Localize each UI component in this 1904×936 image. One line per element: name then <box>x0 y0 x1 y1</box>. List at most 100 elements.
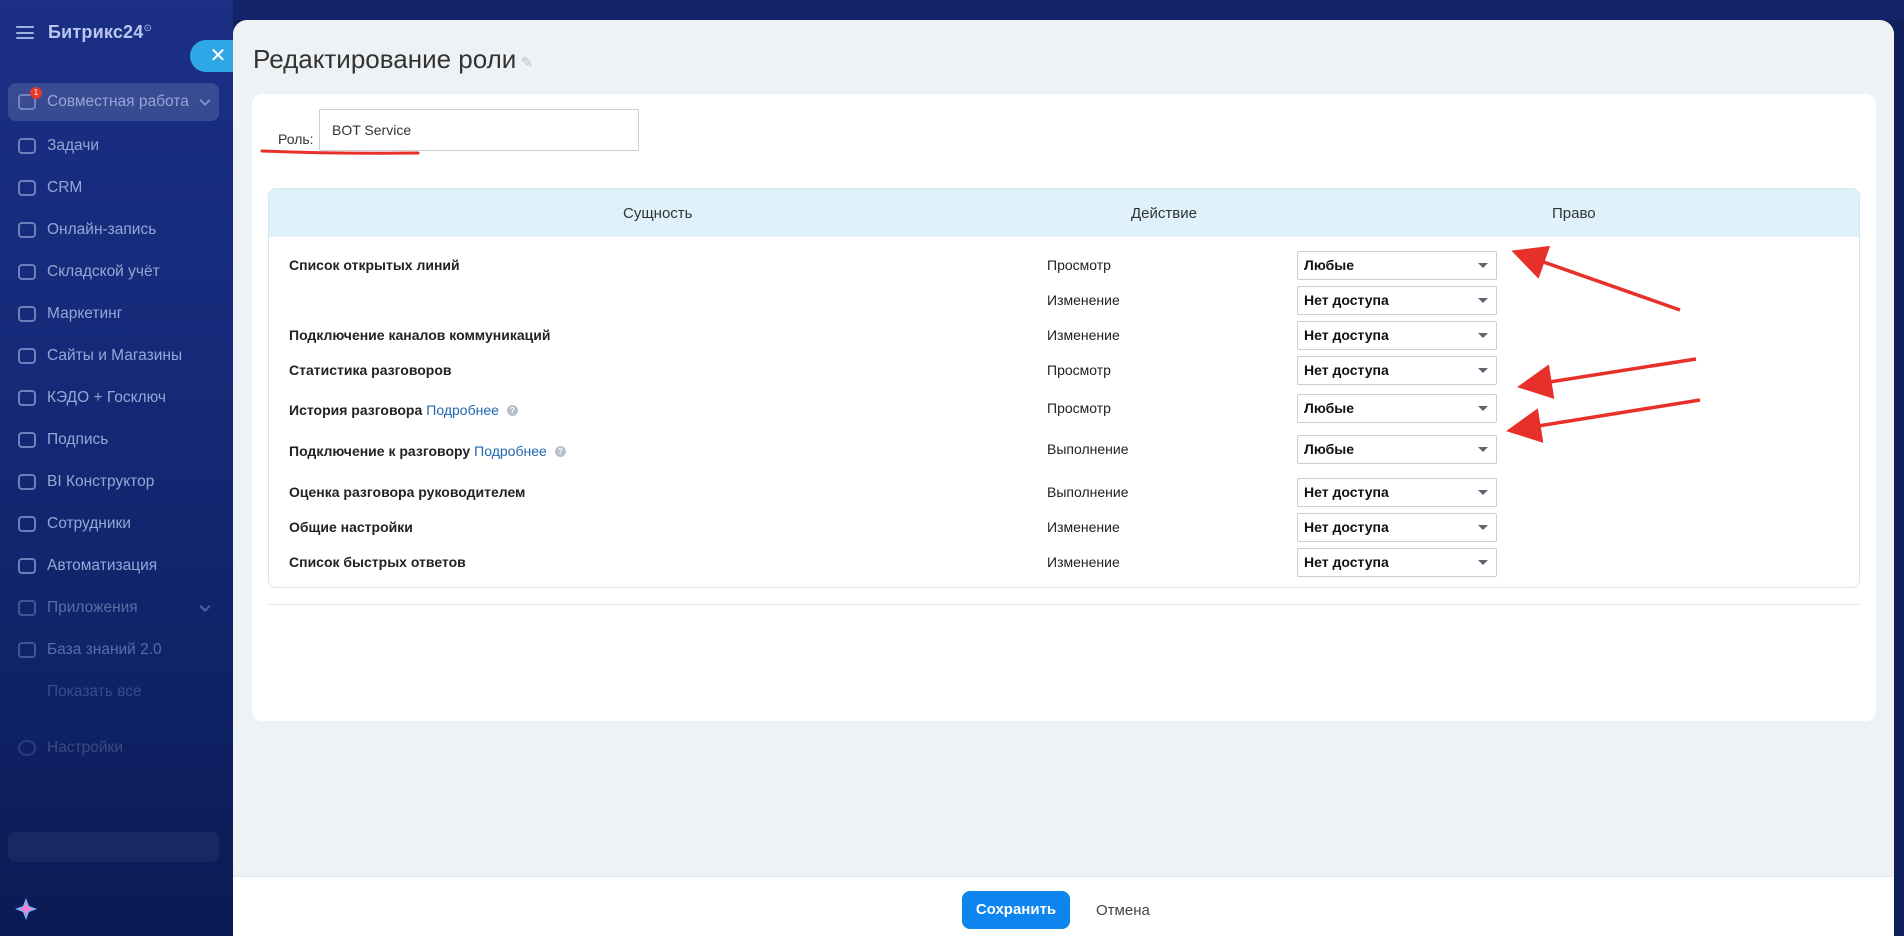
sidebar-item-label: Задачи <box>47 137 100 154</box>
right-select-value: Любые <box>1304 257 1354 273</box>
right-select-value: Нет доступа <box>1304 292 1389 308</box>
action-label: Выполнение <box>1047 441 1129 457</box>
table-header: Сущность Действие Право <box>269 189 1859 237</box>
notification-badge: 1 <box>30 87 42 99</box>
chevron-down-icon[interactable] <box>199 94 211 107</box>
save-button[interactable]: Сохранить <box>962 891 1070 929</box>
apps-icon <box>18 600 36 616</box>
sidebar-item-warehouse[interactable]: Складской учёт <box>8 251 219 293</box>
action-label: Изменение <box>1047 327 1120 343</box>
sidebar-bottom-bar[interactable] <box>8 832 219 862</box>
tasks-icon <box>18 138 36 154</box>
column-right: Право <box>1552 205 1596 222</box>
sidebar-item-label: Подпись <box>47 431 109 448</box>
role-card: Роль: Сущность Действие Право Список отк… <box>252 94 1876 721</box>
sidebar-item-edo[interactable]: КЭДО + Госключ <box>8 377 219 419</box>
sidebar-item-employees[interactable]: Сотрудники <box>8 503 219 545</box>
more-link[interactable]: Подробнее <box>426 402 499 418</box>
sidebar-item-shop[interactable]: Сайты и Магазины <box>8 335 219 377</box>
sidebar-item-crm[interactable]: CRM <box>8 167 219 209</box>
action-label: Просмотр <box>1047 400 1111 416</box>
sidebar-item-label: База знаний 2.0 <box>47 641 162 658</box>
signature-icon <box>18 432 36 448</box>
sidebar-menu: 1 Совместная работа Задачи CRM Онлайн-за… <box>8 83 219 769</box>
entity-label: Статистика разговоров <box>289 362 452 378</box>
right-select[interactable]: Нет доступа <box>1297 548 1497 577</box>
right-select[interactable]: Нет доступа <box>1297 356 1497 385</box>
entity-label: Подключение к разговору Подробнее? <box>289 443 566 459</box>
right-select[interactable]: Нет доступа <box>1297 286 1497 315</box>
action-label: Изменение <box>1047 292 1120 308</box>
warehouse-icon <box>18 264 36 280</box>
sidebar-item-bi[interactable]: BI Конструктор <box>8 461 219 503</box>
logo[interactable]: Битрикс24⊙ <box>48 22 152 43</box>
entity-label: Общие настройки <box>289 519 413 535</box>
copilot-icon[interactable] <box>13 896 39 922</box>
sidebar-item-label: Автоматизация <box>47 557 158 574</box>
divider <box>268 604 1860 605</box>
sidebar-item-apps[interactable]: Приложения <box>8 587 219 629</box>
right-select[interactable]: Любые <box>1297 394 1497 423</box>
right-select[interactable]: Нет доступа <box>1297 478 1497 507</box>
sidebar-item-label: Складской учёт <box>47 263 160 280</box>
entity-label: Оценка разговора руководителем <box>289 484 526 500</box>
close-slider-button[interactable]: ✕ <box>190 40 234 72</box>
automation-icon <box>18 558 36 574</box>
sidebar-item-automation[interactable]: Автоматизация <box>8 545 219 587</box>
sidebar-item-label: Приложения <box>47 599 138 616</box>
right-select[interactable]: Любые <box>1297 435 1497 464</box>
right-edge <box>1894 20 1904 936</box>
chevron-down-icon <box>18 684 36 700</box>
right-select[interactable]: Нет доступа <box>1297 321 1497 350</box>
settings-icon <box>18 740 36 756</box>
column-action: Действие <box>1131 205 1197 222</box>
sidebar-item-show-all[interactable]: Показать все <box>8 671 219 713</box>
action-label: Выполнение <box>1047 484 1129 500</box>
footer-bar: Сохранить Отмена <box>233 876 1894 936</box>
entity-text: История разговора <box>289 402 423 418</box>
edo-icon <box>18 390 36 406</box>
help-icon[interactable]: ? <box>554 446 566 457</box>
sidebar-item-signature[interactable]: Подпись <box>8 419 219 461</box>
dropdown-arrow-icon <box>1478 263 1488 268</box>
help-icon[interactable]: ? <box>506 405 518 416</box>
left-sidebar: Битрикс24⊙ 1 Совместная работа Задачи CR… <box>0 0 233 936</box>
role-edit-panel: Редактирование роли ✎ Роль: Сущность Дей… <box>233 20 1894 936</box>
role-name-input[interactable] <box>319 109 639 151</box>
marketing-icon <box>18 306 36 322</box>
sidebar-header: Битрикс24⊙ <box>16 22 152 43</box>
bi-icon <box>18 474 36 490</box>
right-select-value: Нет доступа <box>1304 484 1389 500</box>
chevron-down-icon[interactable] <box>199 600 211 613</box>
entity-label: Список открытых линий <box>289 257 460 273</box>
right-select[interactable]: Нет доступа <box>1297 513 1497 542</box>
crm-icon <box>18 180 36 196</box>
permissions-table: Сущность Действие Право Список открытых … <box>268 188 1860 588</box>
employees-icon <box>18 516 36 532</box>
sidebar-item-collaboration[interactable]: 1 Совместная работа <box>8 83 219 121</box>
sidebar-item-marketing[interactable]: Маркетинг <box>8 293 219 335</box>
sidebar-item-settings[interactable]: Настройки <box>8 727 219 769</box>
dropdown-arrow-icon <box>1478 333 1488 338</box>
dropdown-arrow-icon <box>1478 406 1488 411</box>
cancel-button[interactable]: Отмена <box>1096 902 1150 919</box>
sidebar-item-tasks[interactable]: Задачи <box>8 125 219 167</box>
dropdown-arrow-icon <box>1478 447 1488 452</box>
pin-icon[interactable]: ✎ <box>521 54 533 71</box>
right-select-value: Любые <box>1304 400 1354 416</box>
right-select-value: Любые <box>1304 441 1354 457</box>
sidebar-item-label: Показать все <box>47 683 142 700</box>
sidebar-item-knowledge[interactable]: База знаний 2.0 <box>8 629 219 671</box>
sidebar-item-booking[interactable]: Онлайн-запись <box>8 209 219 251</box>
right-select[interactable]: Любые <box>1297 251 1497 280</box>
action-label: Изменение <box>1047 519 1120 535</box>
booking-icon <box>18 222 36 238</box>
right-select-value: Нет доступа <box>1304 362 1389 378</box>
action-label: Изменение <box>1047 554 1120 570</box>
entity-text: Подключение к разговору <box>289 443 471 459</box>
more-link[interactable]: Подробнее <box>474 443 547 459</box>
menu-icon[interactable] <box>16 26 34 39</box>
annotation-underline <box>260 149 420 155</box>
sidebar-item-label: Онлайн-запись <box>47 221 157 238</box>
entity-label: Список быстрых ответов <box>289 554 466 570</box>
